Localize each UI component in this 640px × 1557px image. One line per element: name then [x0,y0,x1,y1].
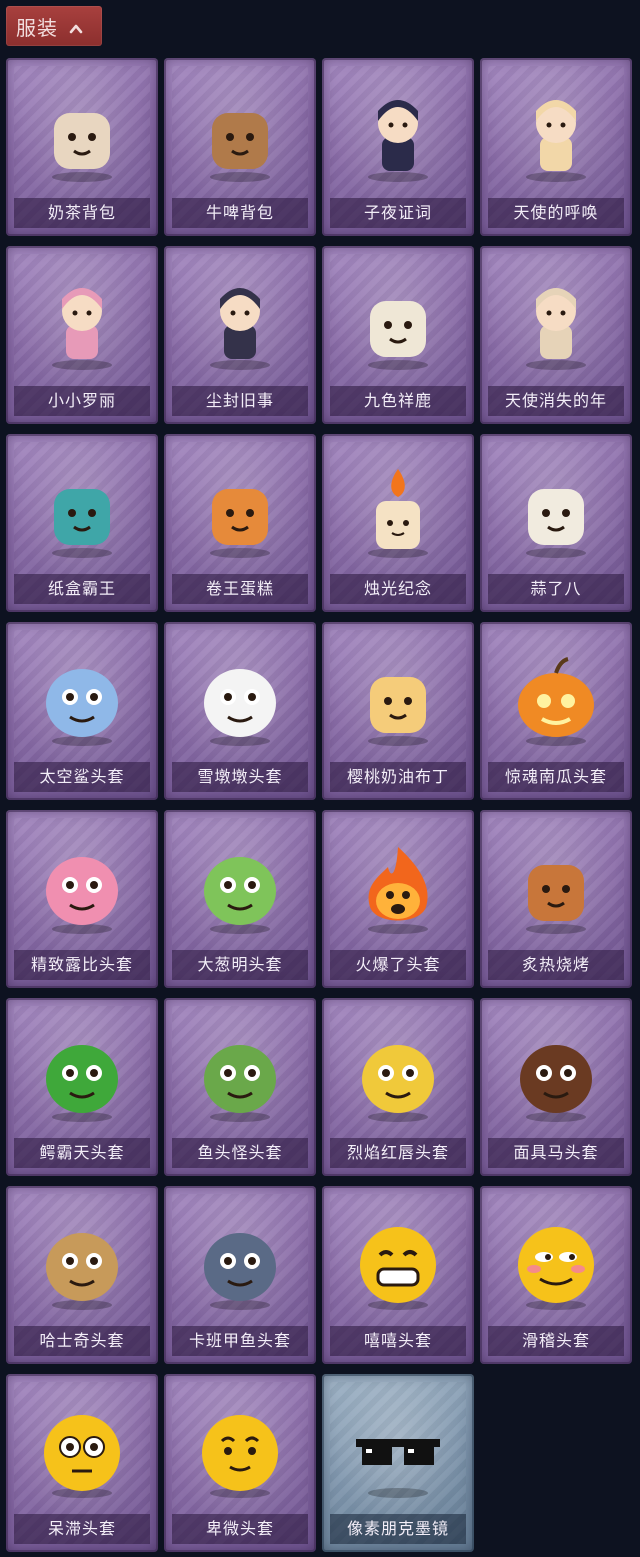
garlic-icon [480,452,632,570]
horse-head-icon [480,1016,632,1134]
item-name-label: 天使的呼唤 [488,198,624,228]
item-card[interactable]: 火爆了头套 [322,810,474,988]
humble-emoji-head-icon [164,1392,316,1510]
item-card[interactable]: 牛啤背包 [164,58,316,236]
item-grid: 奶茶背包 牛啤背包 子夜证词 天使的呼唤小小罗丽 尘封旧事 九色祥鹿 天使消失的年纸盒霸王卷… [0,0,640,1557]
item-name-label: 小小罗丽 [14,386,150,416]
item-card[interactable]: 蒜了八 [480,434,632,612]
item-name-label: 烈焰红唇头套 [330,1138,466,1168]
item-name-label: 卡班甲鱼头套 [172,1326,308,1356]
item-card[interactable]: 小小罗丽 [6,246,158,424]
item-name-label: 精致露比头套 [14,950,150,980]
item-name-label: 滑稽头套 [488,1326,624,1356]
funny-emoji-head-icon [480,1204,632,1322]
item-name-label: 鳄霸天头套 [14,1138,150,1168]
scallion-head-icon [164,828,316,946]
yellow-mouse-head-icon [322,1016,474,1134]
item-card[interactable]: 惊魂南瓜头套 [480,622,632,800]
item-name-label: 哈士奇头套 [14,1326,150,1356]
item-card[interactable]: 像素朋克墨镜 [322,1374,474,1552]
item-card[interactable]: 炙热烧烤 [480,810,632,988]
item-name-label: 纸盒霸王 [14,574,150,604]
item-card[interactable]: 鱼头怪头套 [164,998,316,1176]
item-card[interactable]: 鳄霸天头套 [6,998,158,1176]
husky-head-icon [6,1204,158,1322]
item-card[interactable]: 九色祥鹿 [322,246,474,424]
item-name-label: 惊魂南瓜头套 [488,762,624,792]
item-name-label: 蒜了八 [488,574,624,604]
pink-princess-doll-icon [6,264,158,382]
snowman-head-icon [164,640,316,758]
item-name-label: 天使消失的年 [488,386,624,416]
item-card[interactable]: 天使消失的年 [480,246,632,424]
item-name-label: 雪墩墩头套 [172,762,308,792]
whale-head-icon [164,1204,316,1322]
bbq-meat-icon [480,828,632,946]
cardboard-dino-icon [6,452,158,570]
item-name-label: 大葱明头套 [172,950,308,980]
item-name-label: 嘻嘻头套 [330,1326,466,1356]
item-card[interactable]: 天使的呼唤 [480,58,632,236]
item-card[interactable]: 奶茶背包 [6,58,158,236]
item-card[interactable]: 哈士奇头套 [6,1186,158,1364]
veiled-angel-doll-icon [480,264,632,382]
shark-head-icon [6,640,158,758]
item-card[interactable]: 雪墩墩头套 [164,622,316,800]
white-deer-icon [322,264,474,382]
item-card[interactable]: 嘻嘻头套 [322,1186,474,1364]
candle-icon [322,452,474,570]
item-name-label: 尘封旧事 [172,386,308,416]
grin-emoji-head-icon [322,1204,474,1322]
item-name-label: 卑微头套 [172,1514,308,1544]
item-name-label: 奶茶背包 [14,198,150,228]
item-card[interactable]: 烈焰红唇头套 [322,998,474,1176]
item-card[interactable]: 樱桃奶油布丁 [322,622,474,800]
pudding-icon [322,640,474,758]
item-card[interactable]: 精致露比头套 [6,810,158,988]
item-name-label: 卷王蛋糕 [172,574,308,604]
pixel-sunglasses-icon [322,1392,474,1510]
item-card[interactable]: 尘封旧事 [164,246,316,424]
item-name-label: 牛啤背包 [172,198,308,228]
crow-mask-figure-icon [322,76,474,194]
fire-head-icon [322,828,474,946]
item-name-label: 炙热烧烤 [488,950,624,980]
dark-hair-doll-icon [164,264,316,382]
pink-beaver-head-icon [6,828,158,946]
item-name-label: 鱼头怪头套 [172,1138,308,1168]
roll-cake-icon [164,452,316,570]
crocodile-head-icon [6,1016,158,1134]
item-name-label: 火爆了头套 [330,950,466,980]
item-card[interactable]: 大葱明头套 [164,810,316,988]
item-card[interactable]: 子夜证词 [322,58,474,236]
item-name-label: 子夜证词 [330,198,466,228]
item-name-label: 呆滞头套 [14,1514,150,1544]
fish-head-icon [164,1016,316,1134]
item-name-label: 像素朋克墨镜 [330,1514,466,1544]
item-card[interactable]: 太空鲨头套 [6,622,158,800]
item-card[interactable]: 卑微头套 [164,1374,316,1552]
item-name-label: 面具马头套 [488,1138,624,1168]
beer-cow-backpack-icon [164,76,316,194]
item-card[interactable]: 烛光纪念 [322,434,474,612]
item-card[interactable]: 呆滞头套 [6,1374,158,1552]
dazed-emoji-head-icon [6,1392,158,1510]
item-name-label: 樱桃奶油布丁 [330,762,466,792]
item-card[interactable]: 纸盒霸王 [6,434,158,612]
item-card[interactable]: 滑稽头套 [480,1186,632,1364]
item-card[interactable]: 卷王蛋糕 [164,434,316,612]
item-card[interactable]: 面具马头套 [480,998,632,1176]
item-name-label: 烛光纪念 [330,574,466,604]
milk-tea-backpack-icon [6,76,158,194]
pumpkin-head-icon [480,640,632,758]
item-name-label: 九色祥鹿 [330,386,466,416]
angel-doll-icon [480,76,632,194]
item-name-label: 太空鲨头套 [14,762,150,792]
item-card[interactable]: 卡班甲鱼头套 [164,1186,316,1364]
